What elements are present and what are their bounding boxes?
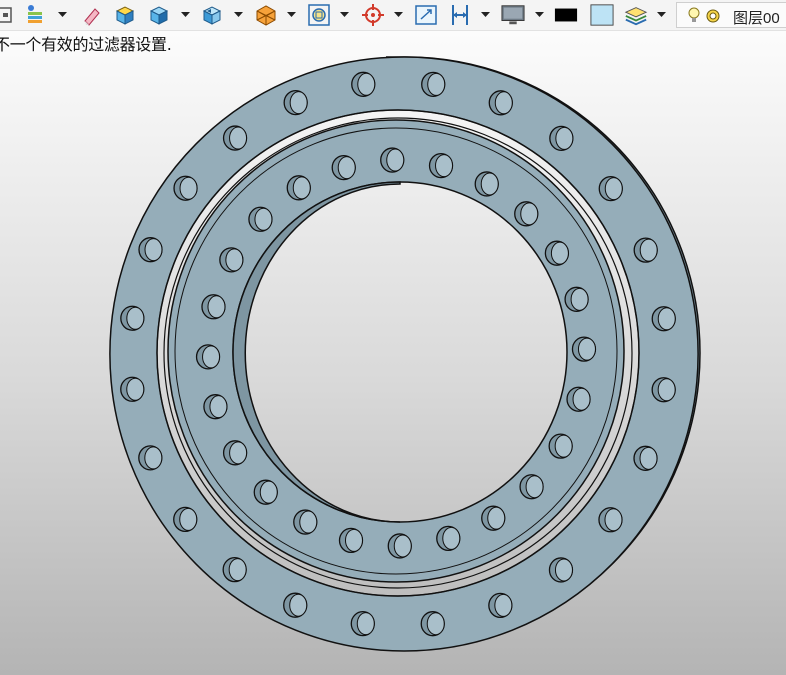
inner-bolt-hole [548,433,573,459]
inner-bolt-hole [428,152,454,179]
chevron-down-icon[interactable] [234,10,243,19]
inner-bolt-hole [195,344,221,370]
color-light-blue-swatch[interactable] [590,3,614,27]
lightbulb-icon[interactable] [687,7,701,28]
outer-bolt-hole [549,125,574,152]
inner-bolt-hole [387,533,412,559]
inner-bolt-hole [474,171,499,197]
layer-name: 图层00 [733,10,780,27]
chevron-down-icon[interactable] [535,10,544,19]
outer-bolt-hole [633,445,658,471]
inner-bolt-hole [338,527,364,554]
outer-bolt-hole [598,507,623,533]
display-monitor-icon[interactable] [501,3,525,27]
outer-bolt-hole [421,71,446,98]
layer-stack-icon[interactable] [24,3,48,27]
inner-bolt-hole [564,286,589,312]
inner-bolt-hole [286,175,311,201]
outer-bolt-hole [173,175,198,201]
inner-bolt-hole [481,505,506,531]
outer-bolt-hole [138,445,163,471]
inner-bolt-hole [293,509,318,535]
outer-bolt-hole [283,592,308,618]
layers-icon[interactable] [624,3,648,27]
layer-selector[interactable]: 图层00 [676,2,786,28]
inner-bolt-hole [201,294,226,320]
outer-bolt-hole [120,305,145,331]
frame-icon[interactable] [0,3,16,27]
target-center-icon[interactable] [361,3,385,27]
outer-bolt-hole [548,557,574,583]
model-viewport[interactable] [0,52,786,675]
inner-bolt-hole [519,474,544,500]
freeze-icon[interactable] [705,8,721,29]
inner-bolt-hole [571,336,597,362]
outer-bolt-hole [598,175,623,202]
chevron-down-icon[interactable] [657,10,666,19]
outer-bolt-hole [350,610,375,637]
chevron-down-icon[interactable] [58,10,67,19]
zoom-fit-icon[interactable] [307,3,331,27]
solid-box-icon[interactable] [113,3,137,27]
outer-bolt-hole [651,377,676,403]
outer-bolt-hole [222,556,247,583]
inner-bolt-hole [203,394,228,420]
inner-bolt-hole [253,479,278,505]
inner-bolt-hole [222,440,248,466]
outer-bolt-hole [120,376,145,402]
outer-bolt-hole [651,306,676,332]
shaded-box-icon[interactable] [147,3,171,27]
inner-bolt-hole [248,206,273,232]
inner-bolt-hole [436,525,461,552]
outer-bolt-hole [420,611,445,637]
color-black-swatch[interactable] [554,3,578,27]
pencil-eraser-icon[interactable] [80,3,104,27]
outer-bolt-hole [633,237,658,263]
wireframe-cube-icon[interactable] [254,3,278,27]
inner-bolt-hole [219,247,244,273]
bearing-model [109,56,701,652]
chevron-down-icon[interactable] [340,10,349,19]
inner-bolt-hole [566,386,591,412]
inner-bolt-hole [331,154,356,181]
chevron-down-icon[interactable] [181,10,190,19]
main-toolbar: 图层00 [0,0,786,31]
outer-bolt-hole [173,506,198,533]
chevron-down-icon[interactable] [394,10,403,19]
outer-bolt-hole [351,71,376,97]
chevron-down-icon[interactable] [481,10,490,19]
outer-bolt-hole [138,237,163,263]
chevron-down-icon[interactable] [287,10,296,19]
inner-bolt-hole [514,201,539,227]
outer-bolt-hole [488,592,513,619]
dimension-icon[interactable] [448,3,472,27]
zoom-window-icon[interactable] [414,3,438,27]
outer-bolt-hole [222,125,248,151]
outer-bolt-hole [488,90,513,116]
outer-bolt-hole [283,89,308,116]
inner-bolt-hole [544,240,570,266]
view-orient-icon[interactable] [200,3,224,27]
inner-bolt-hole [380,147,405,173]
